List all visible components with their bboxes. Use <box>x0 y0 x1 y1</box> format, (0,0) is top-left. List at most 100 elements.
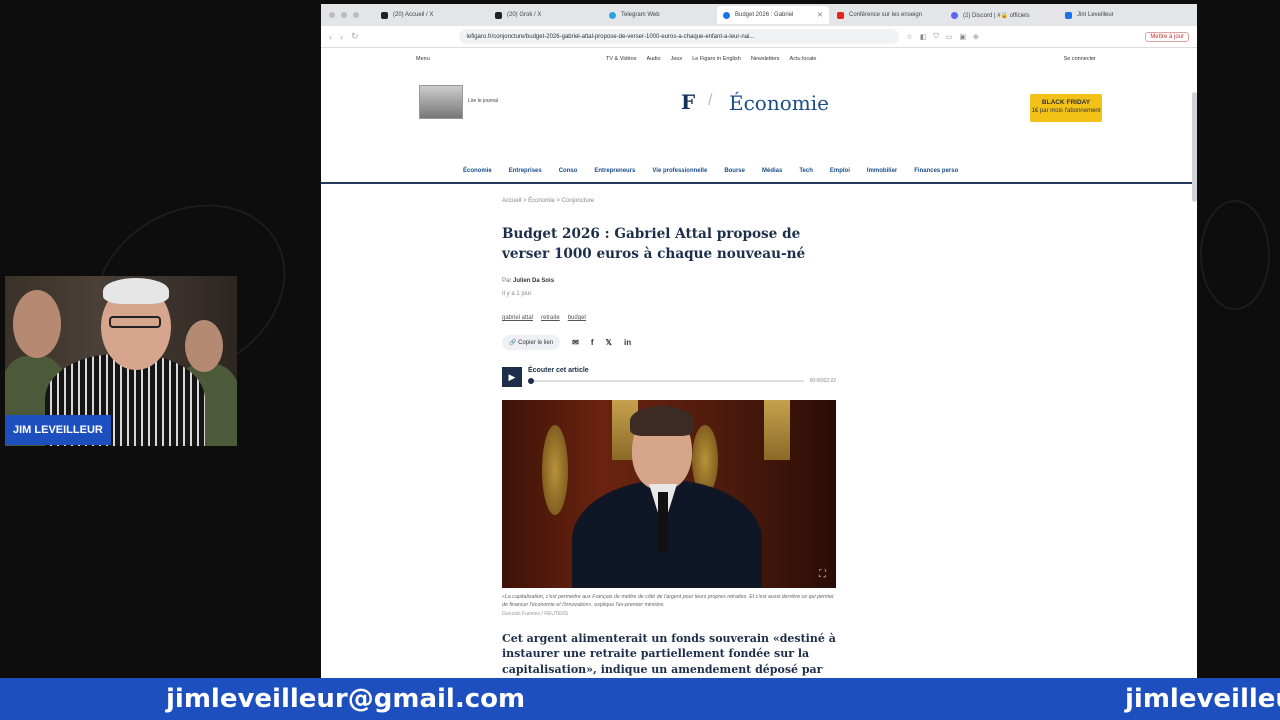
bookmark-icon[interactable]: ☆ <box>907 33 913 41</box>
background-wreath <box>542 425 568 515</box>
x-twitter-icon[interactable]: 𝕏 <box>606 338 612 347</box>
wallet-icon[interactable]: ▣ <box>959 33 966 41</box>
newspaper-thumbnail[interactable] <box>419 85 463 119</box>
article-title: Budget 2026 : Gabriel Attal propose de v… <box>502 226 806 262</box>
audio-progress-bar[interactable] <box>528 378 804 384</box>
streamer-name-badge: JIM LEVEILLEUR <box>5 415 111 445</box>
background-person-right-head <box>185 320 223 372</box>
article: Accueil > Économie > Conjoncture Budget … <box>502 198 836 680</box>
tab-favicon-icon <box>381 11 388 19</box>
category-item[interactable]: Immobilier <box>867 168 897 174</box>
email-ticker: jimleveilleur@gmail.com <box>1125 684 1280 714</box>
tab-favicon-icon <box>495 11 502 19</box>
login-link[interactable]: Se connecter <box>1064 56 1096 62</box>
audio-player: ▶ Écouter cet article 00:00/02:22 <box>502 367 836 387</box>
streamer-glasses <box>109 316 161 328</box>
background-person-left-head <box>13 290 61 358</box>
byline: Par Julien Da Sois <box>502 278 555 284</box>
promo-subtitle: 1€ par mois l'abonnement <box>1031 108 1101 115</box>
category-item[interactable]: Conso <box>559 168 578 174</box>
browser-tab[interactable]: Telegram Web <box>603 6 715 24</box>
url-field[interactable]: lefigaro.fr/conjoncture/budget-2026-gabr… <box>458 29 899 44</box>
topnav-item[interactable]: Audio <box>646 56 660 62</box>
web-page: Menu TV & Vidéos Audio Jeux Le Figaro in… <box>321 48 1197 680</box>
category-item[interactable]: Vie professionnelle <box>652 168 707 174</box>
page-scrollbar[interactable] <box>1192 92 1197 202</box>
tab-favicon-icon <box>723 11 730 19</box>
fullscreen-icon[interactable]: ⛶ <box>819 569 826 580</box>
category-item[interactable]: Entrepreneurs <box>594 168 635 174</box>
browser-window: (20) Accueil / X (20) Grok / X Telegram … <box>321 4 1197 680</box>
sidebar-icon[interactable]: ▭ <box>946 33 953 41</box>
linkedin-icon[interactable]: in <box>624 338 631 347</box>
tab-favicon-icon <box>609 11 616 19</box>
reload-icon[interactable]: ↻ <box>351 31 359 42</box>
vpn-icon[interactable]: ⊕ <box>973 33 979 41</box>
subscribe-promo-button[interactable]: BLACK FRIDAY 1€ par mois l'abonnement <box>1030 94 1102 122</box>
breadcrumb[interactable]: Accueil > Économie > Conjoncture <box>502 198 836 204</box>
browser-tab[interactable]: Jim Leveilleur <box>1059 6 1171 24</box>
category-item[interactable]: Finances perso <box>914 168 958 174</box>
category-item[interactable]: Tech <box>799 168 813 174</box>
browser-tab[interactable]: (20) Grok / X <box>489 6 601 24</box>
logo-divider: / <box>708 92 713 109</box>
tag-link[interactable]: budget <box>568 315 586 321</box>
background-column <box>764 400 790 460</box>
menu-button[interactable]: Menu <box>416 56 606 62</box>
photo-caption: «La capitalisation, c'est permettre aux … <box>502 594 834 608</box>
category-item[interactable]: Emploi <box>830 168 850 174</box>
shield-icon[interactable]: ⛉ <box>933 33 938 41</box>
facebook-icon[interactable]: f <box>591 338 594 347</box>
back-icon[interactable]: ‹ <box>329 32 332 42</box>
email-share-icon[interactable]: ✉ <box>572 338 579 347</box>
forward-icon[interactable]: › <box>340 32 343 42</box>
copy-link-button[interactable]: 🔗 Copier le lien <box>502 335 561 350</box>
share-bar: 🔗 Copier le lien ✉ f 𝕏 in <box>502 335 836 350</box>
browser-tab[interactable]: (2) Discord | #🔒 officiels <box>945 6 1057 24</box>
topnav-item[interactable]: Le Figaro in English <box>692 56 741 62</box>
audio-scrubber[interactable] <box>528 378 534 384</box>
browser-tab[interactable]: Conférence sur les enseign <box>831 6 943 24</box>
streamer-hair <box>103 278 169 304</box>
photo-credit: Gonzalo Fuentes / REUTERS <box>502 610 569 617</box>
tab-favicon-icon <box>1065 11 1072 19</box>
tab-favicon-icon <box>837 11 844 19</box>
article-photo: ⛶ <box>502 400 836 588</box>
top-navigation: Menu TV & Vidéos Audio Jeux Le Figaro in… <box>416 56 1096 62</box>
article-body: Cet argent alimenterait un fonds souvera… <box>502 631 836 680</box>
category-item[interactable]: Médias <box>762 168 782 174</box>
email-ticker: jimleveilleur@gmail.com <box>166 684 526 714</box>
update-button[interactable]: Mettre à jour <box>1145 31 1189 42</box>
category-item[interactable]: Bourse <box>724 168 745 174</box>
topnav-item[interactable]: Jeux <box>671 56 683 62</box>
close-tab-icon[interactable]: ✕ <box>817 11 823 19</box>
publish-date: Il y a 1 jour <box>502 291 532 297</box>
category-item[interactable]: Économie <box>463 168 492 174</box>
audio-label: Écouter cet article <box>528 367 589 374</box>
address-bar-row: ‹ › ↻ lefigaro.fr/conjoncture/budget-202… <box>321 26 1197 48</box>
window-controls[interactable] <box>329 12 359 18</box>
tab-bar: (20) Accueil / X (20) Grok / X Telegram … <box>321 4 1197 26</box>
topnav-item[interactable]: Newsletters <box>751 56 780 62</box>
category-item[interactable]: Entreprises <box>509 168 542 174</box>
section-title[interactable]: Économie <box>729 91 829 115</box>
tag-list: gabriel attal retraite budget <box>502 315 836 321</box>
extension-icon[interactable]: ◧ <box>920 33 927 41</box>
tab-favicon-icon <box>951 11 958 19</box>
toolbar-icons: ☆ ◧ ⛉ ▭ ▣ ⊕ <box>907 33 979 41</box>
tag-link[interactable]: retraite <box>541 315 560 321</box>
topnav-item[interactable]: TV & Vidéos <box>606 56 636 62</box>
topnav-item[interactable]: Actu locale <box>790 56 817 62</box>
play-icon[interactable]: ▶ <box>502 367 522 387</box>
tag-link[interactable]: gabriel attal <box>502 315 533 321</box>
figaro-logo[interactable]: F <box>681 90 695 114</box>
read-journal-link[interactable]: Lire le journal <box>468 98 498 104</box>
promo-title: BLACK FRIDAY <box>1041 99 1091 106</box>
background-decoration <box>1200 200 1270 310</box>
browser-tab-active[interactable]: Budget 2026 : Gabriel ✕ <box>717 6 829 24</box>
email-banner: jimleveilleur@gmail.com jimleveilleur@gm… <box>0 678 1280 720</box>
audio-time: 00:00/02:22 <box>809 378 836 384</box>
author-link[interactable]: Julien Da Sois <box>513 278 554 284</box>
browser-tab[interactable]: (20) Accueil / X <box>375 6 487 24</box>
speaker-tie <box>658 492 668 552</box>
